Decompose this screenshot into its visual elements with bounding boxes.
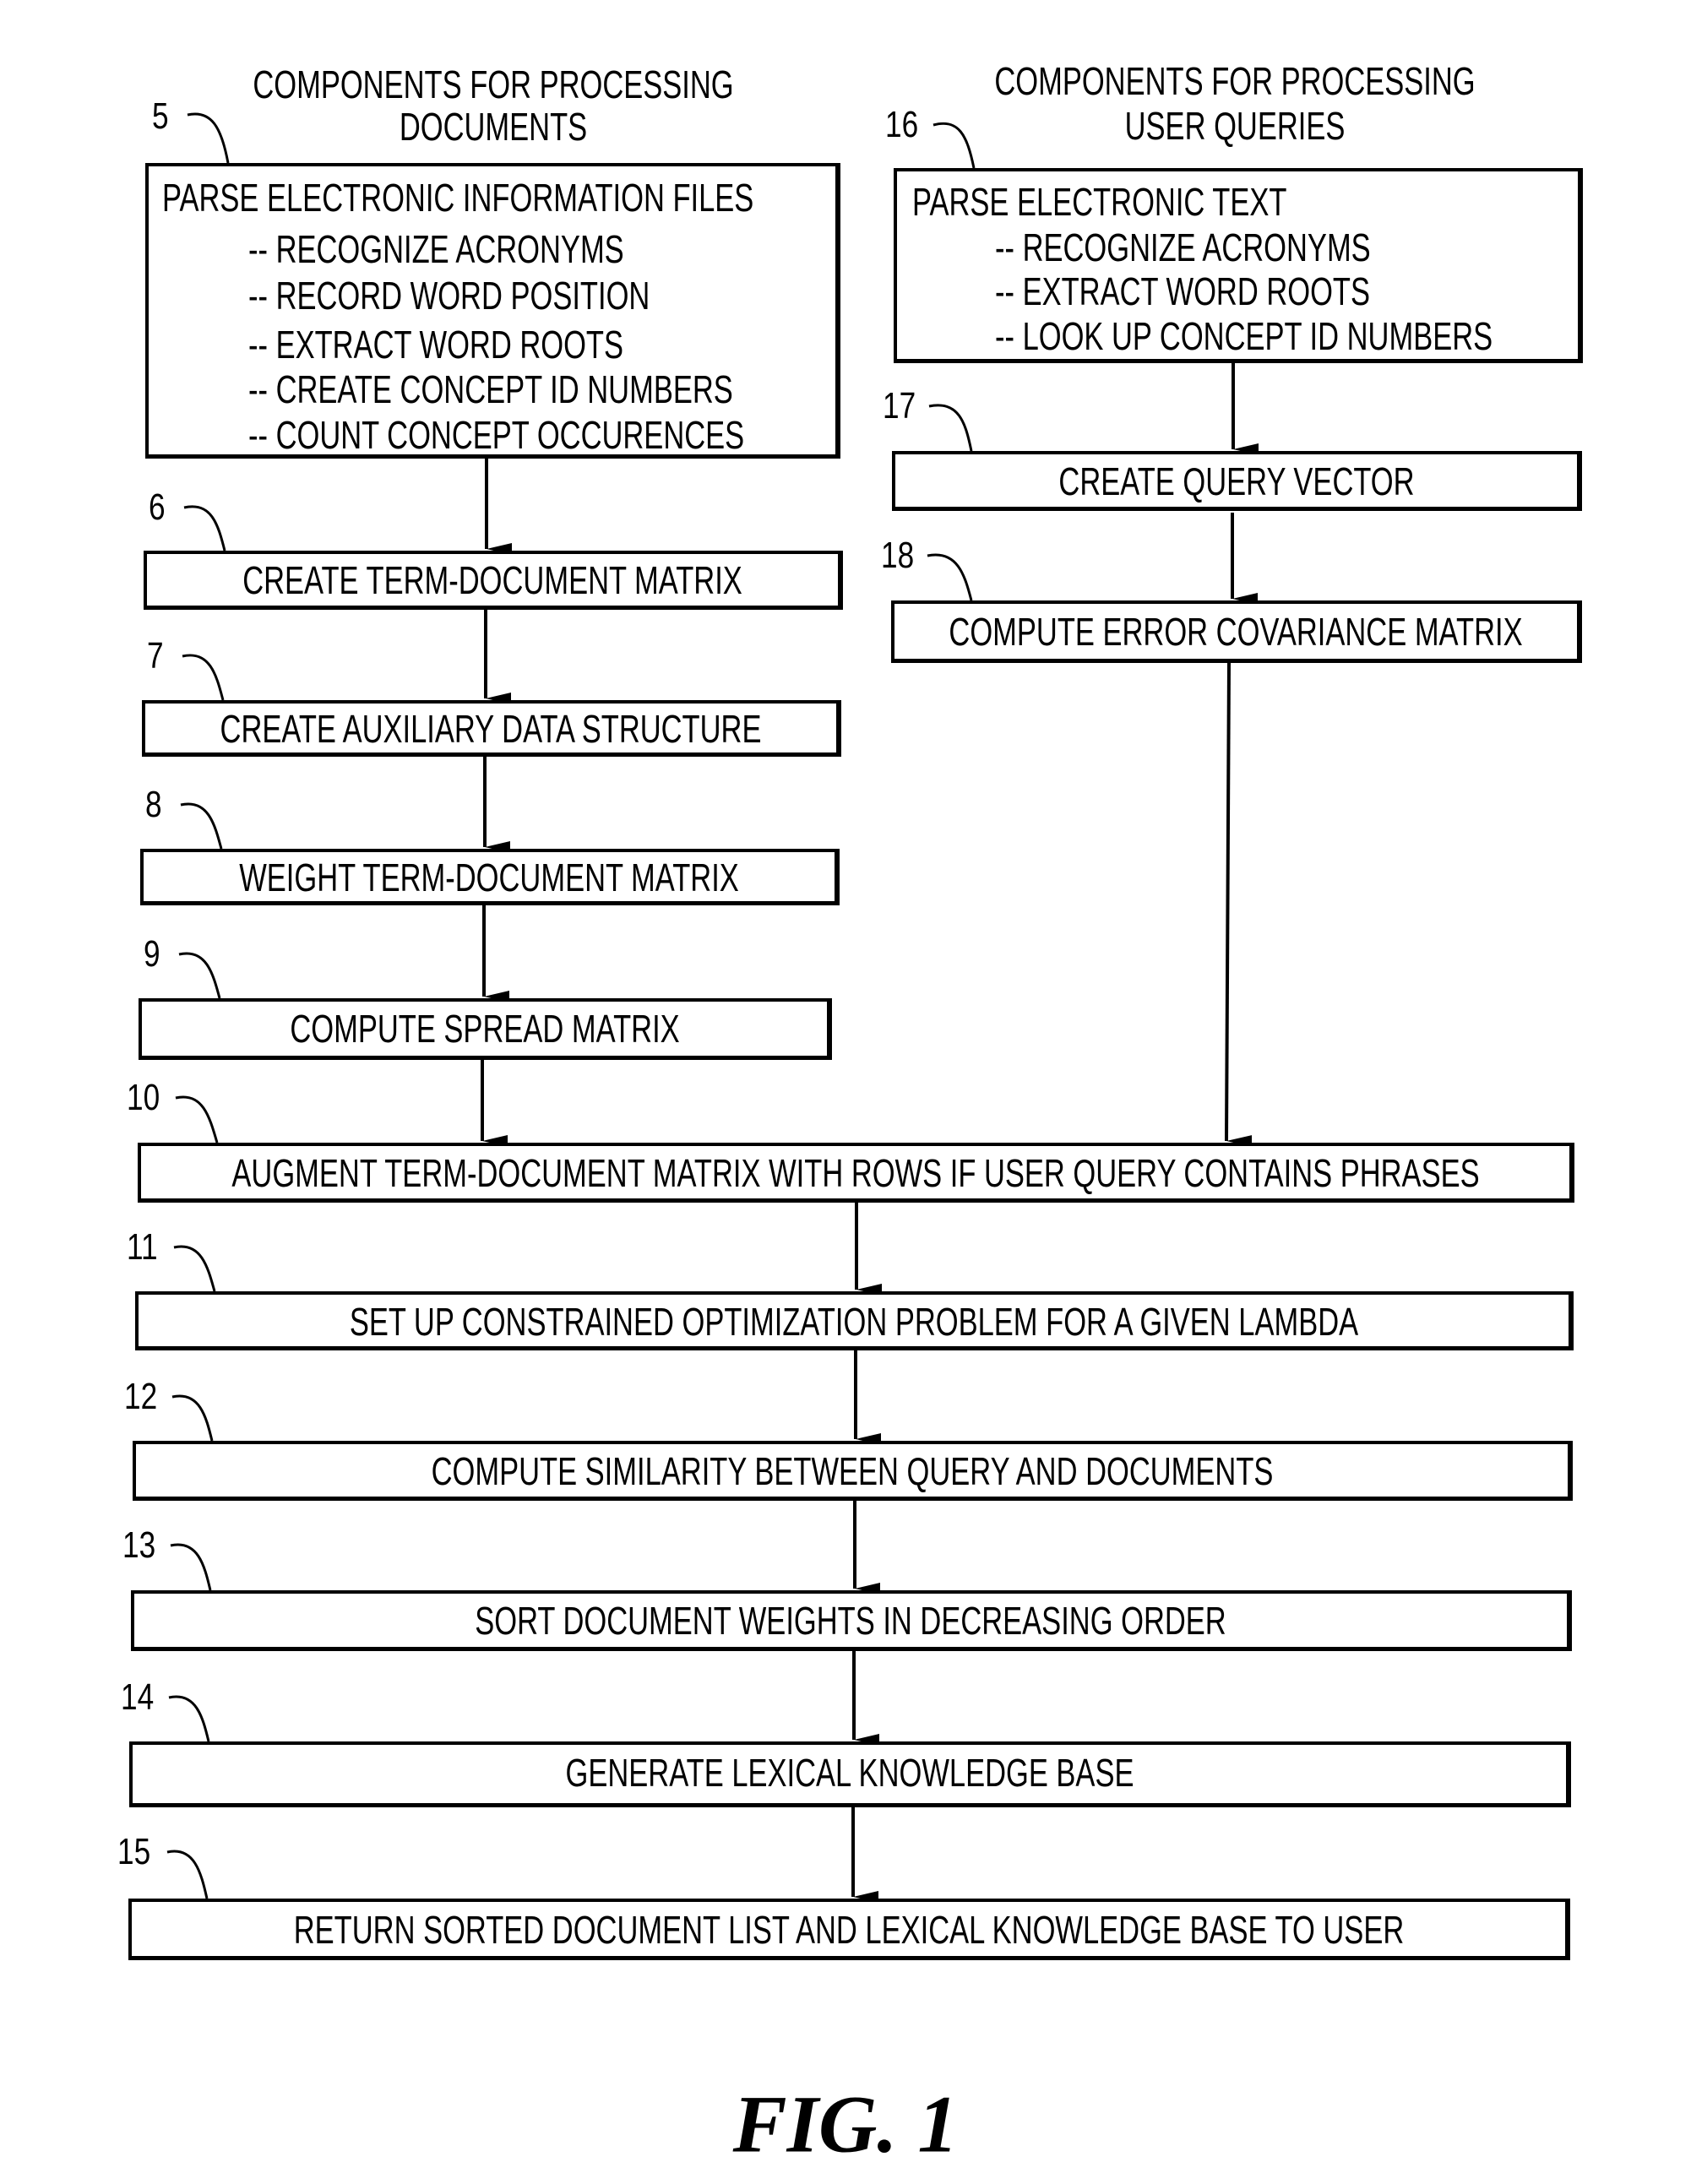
leader-6	[183, 505, 226, 551]
step-13-title: SORT DOCUMENT WEIGHTS IN DECREASING ORDE…	[475, 1599, 1226, 1643]
left-heading-line-2: DOCUMENTS	[399, 105, 588, 149]
step-5-subitem: -- EXTRACT WORD ROOTS	[248, 323, 624, 367]
ref-numeral-18: 18	[881, 535, 915, 576]
ref-numeral-5: 5	[152, 95, 169, 137]
step-box-5-parse-files: PARSE ELECTRONIC INFORMATION FILES -- RE…	[145, 163, 840, 459]
step-box-10: AUGMENT TERM-DOCUMENT MATRIX WITH ROWS I…	[138, 1143, 1574, 1203]
leader-11	[173, 1245, 216, 1292]
step-box-7: CREATE AUXILIARY DATA STRUCTURE	[142, 700, 841, 757]
ref-numeral-16: 16	[885, 104, 919, 145]
step-16-subitem: -- LOOK UP CONCEPT ID NUMBERS	[995, 314, 1493, 358]
leader-9	[178, 952, 221, 999]
step-box-9: COMPUTE SPREAD MATRIX	[139, 998, 832, 1060]
ref-numeral-17: 17	[883, 385, 916, 426]
step-5-subitem: -- CREATE CONCEPT ID NUMBERS	[248, 367, 733, 411]
step-5-title: PARSE ELECTRONIC INFORMATION FILES	[162, 176, 754, 220]
ref-numeral-11: 11	[127, 1226, 158, 1268]
leader-16	[932, 122, 976, 169]
step-5-subitem: -- COUNT CONCEPT OCCURENCES	[248, 413, 745, 457]
leader-17	[928, 404, 973, 452]
leader-5	[187, 112, 230, 164]
step-5-subitem: -- RECOGNIZE ACRONYMS	[248, 227, 624, 271]
left-heading-line-1: COMPONENTS FOR PROCESSING	[253, 62, 734, 106]
step-5-subitem: -- RECORD WORD POSITION	[248, 274, 650, 318]
step-18-title: COMPUTE ERROR COVARIANCE MATRIX	[949, 610, 1523, 654]
step-7-title: CREATE AUXILIARY DATA STRUCTURE	[220, 707, 762, 751]
step-16-subitem: -- RECOGNIZE ACRONYMS	[995, 225, 1371, 269]
ref-numeral-10: 10	[127, 1077, 160, 1118]
flowchart-figure: COMPONENTS FOR PROCESSING DOCUMENTS COMP…	[0, 0, 1691, 2184]
step-box-8: WEIGHT TERM-DOCUMENT MATRIX	[140, 849, 840, 905]
leader-14	[168, 1695, 210, 1742]
ref-numeral-8: 8	[145, 784, 162, 825]
ref-numeral-7: 7	[147, 635, 164, 676]
step-box-13: SORT DOCUMENT WEIGHTS IN DECREASING ORDE…	[131, 1590, 1572, 1651]
step-box-18: COMPUTE ERROR COVARIANCE MATRIX	[891, 600, 1582, 663]
step-box-16-parse-text: PARSE ELECTRONIC TEXT -- RECOGNIZE ACRON…	[894, 168, 1583, 363]
leader-13	[170, 1543, 212, 1591]
leader-15	[166, 1850, 209, 1899]
ref-numeral-13: 13	[122, 1524, 156, 1566]
ref-numeral-12: 12	[124, 1376, 158, 1417]
step-box-14: GENERATE LEXICAL KNOWLEDGE BASE	[129, 1741, 1571, 1807]
ref-numeral-6: 6	[149, 486, 166, 528]
leader-10	[175, 1095, 219, 1144]
step-17-title: CREATE QUERY VECTOR	[1058, 459, 1415, 503]
right-heading-line-2: USER QUERIES	[1124, 104, 1346, 148]
step-8-title: WEIGHT TERM-DOCUMENT MATRIX	[239, 856, 739, 899]
step-box-6: CREATE TERM-DOCUMENT MATRIX	[144, 551, 843, 610]
step-12-title: COMPUTE SIMILARITY BETWEEN QUERY AND DOC…	[431, 1449, 1273, 1493]
step-16-title: PARSE ELECTRONIC TEXT	[912, 180, 1287, 224]
figure-caption: FIG. 1	[732, 2078, 959, 2170]
leader-8	[180, 802, 223, 850]
step-box-15: RETURN SORTED DOCUMENT LIST AND LEXICAL …	[128, 1899, 1570, 1960]
step-15-title: RETURN SORTED DOCUMENT LIST AND LEXICAL …	[293, 1908, 1404, 1952]
arrow-18-to-10	[1225, 662, 1253, 1148]
ref-numeral-15: 15	[117, 1831, 151, 1872]
step-16-subitem: -- EXTRACT WORD ROOTS	[995, 269, 1371, 313]
step-box-17: CREATE QUERY VECTOR	[892, 451, 1582, 511]
step-11-title: SET UP CONSTRAINED OPTIMIZATION PROBLEM …	[349, 1300, 1358, 1344]
step-box-11: SET UP CONSTRAINED OPTIMIZATION PROBLEM …	[135, 1291, 1574, 1350]
leader-12	[171, 1394, 214, 1442]
right-heading-line-1: COMPONENTS FOR PROCESSING	[994, 59, 1476, 103]
ref-numeral-9: 9	[144, 933, 160, 975]
step-box-12: COMPUTE SIMILARITY BETWEEN QUERY AND DOC…	[133, 1441, 1573, 1501]
step-9-title: COMPUTE SPREAD MATRIX	[289, 1007, 680, 1051]
leader-7	[182, 654, 225, 701]
step-6-title: CREATE TERM-DOCUMENT MATRIX	[242, 558, 742, 602]
ref-numeral-14: 14	[121, 1676, 155, 1718]
step-10-title: AUGMENT TERM-DOCUMENT MATRIX WITH ROWS I…	[231, 1151, 1480, 1195]
leader-18	[927, 553, 973, 601]
step-14-title: GENERATE LEXICAL KNOWLEDGE BASE	[565, 1751, 1134, 1795]
